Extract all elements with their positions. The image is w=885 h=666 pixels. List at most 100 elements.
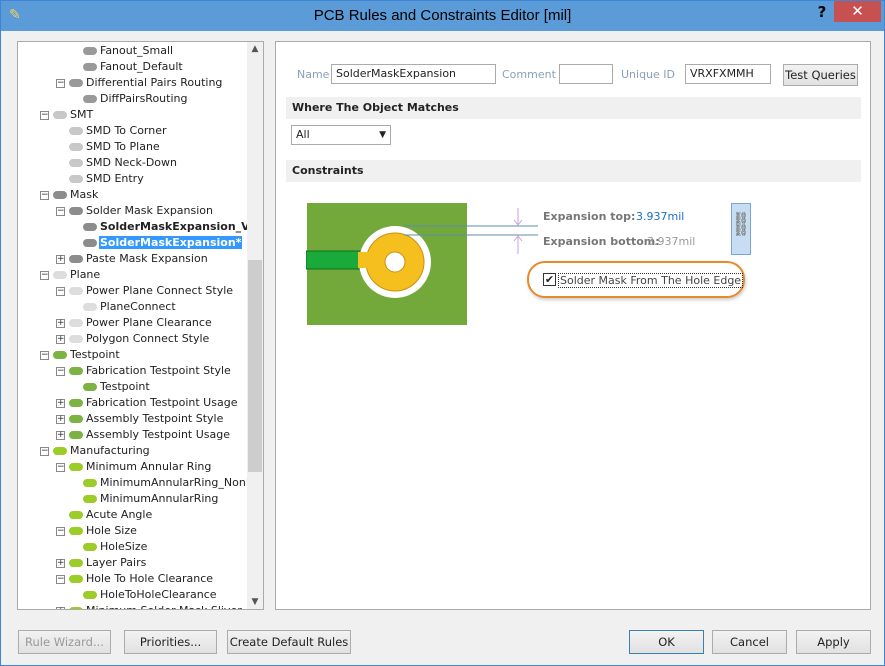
plane-rule-icon (69, 319, 83, 327)
tree-node[interactable]: − Plane (40, 267, 101, 283)
collapse-icon[interactable]: − (56, 287, 65, 296)
tree-node[interactable]: Fanout_Small (83, 43, 174, 59)
testpoint-rule-icon (83, 383, 97, 391)
rule-wizard-label: Rule Wizard... (25, 635, 104, 649)
collapse-icon[interactable]: − (56, 575, 65, 584)
tree-node[interactable]: − Differential Pairs Routing (56, 75, 223, 91)
fanout-rule-icon (83, 95, 97, 103)
scroll-thumb[interactable] (248, 260, 262, 472)
expand-icon[interactable]: + (56, 399, 65, 408)
tree-node[interactable]: SMD Entry (69, 171, 145, 187)
expand-icon[interactable]: + (56, 431, 65, 440)
collapse-icon[interactable]: − (40, 351, 49, 360)
link-chain-icon[interactable]: ⛓ ⛓ (731, 203, 751, 255)
tree-scrollbar[interactable]: ▲ ▼ (247, 42, 263, 609)
expand-icon[interactable]: + (56, 319, 65, 328)
collapse-icon[interactable]: − (40, 271, 49, 280)
cancel-button[interactable]: Cancel (712, 630, 787, 654)
expand-icon[interactable]: + (56, 415, 65, 424)
scroll-up-icon[interactable]: ▲ (247, 44, 263, 54)
name-label: Name (297, 68, 330, 81)
tree-node[interactable]: − Fabrication Testpoint Style (56, 363, 232, 379)
tree-node[interactable]: SolderMaskExpansion* (83, 235, 243, 251)
tree-node[interactable]: − SMT (40, 107, 94, 123)
collapse-icon[interactable]: − (56, 207, 65, 216)
tree-node[interactable]: − Mask (40, 187, 99, 203)
scroll-down-icon[interactable]: ▼ (247, 597, 263, 607)
tree-node-label: SMD To Plane (86, 140, 160, 153)
tree-node[interactable]: − Minimum Annular Ring (56, 459, 212, 475)
tree-node[interactable]: − Testpoint (40, 347, 121, 363)
tree-node[interactable]: Acute Angle (69, 507, 153, 523)
tree-node[interactable]: − Solder Mask Expansion (56, 203, 214, 219)
tree-node[interactable]: − Power Plane Connect Style (56, 283, 234, 299)
expand-icon[interactable]: + (56, 607, 65, 609)
testpoint-rule-icon (69, 431, 83, 439)
tree-node[interactable]: MinimumAnnularRing (83, 491, 219, 507)
create-default-rules-button[interactable]: Create Default Rules (227, 630, 351, 654)
plane-rule-icon (69, 335, 83, 343)
tree-node[interactable]: + Paste Mask Expansion (56, 251, 209, 267)
match-select[interactable]: All ▼ (291, 125, 391, 145)
tree-node[interactable]: + Assembly Testpoint Usage (56, 427, 231, 443)
tree-node[interactable]: DiffPairsRouting (83, 91, 188, 107)
tree-node[interactable]: + Power Plane Clearance (56, 315, 213, 331)
collapse-icon[interactable]: − (56, 463, 65, 472)
tree-node-label: Fanout_Small (100, 44, 174, 57)
tree-node[interactable]: − Manufacturing (40, 443, 151, 459)
collapse-icon[interactable]: − (56, 527, 65, 536)
tree-node-label: Power Plane Connect Style (86, 284, 234, 297)
tree-node[interactable]: SMD To Plane (69, 139, 161, 155)
tree-node[interactable]: Testpoint (83, 379, 151, 395)
tree-node-label: Paste Mask Expansion (86, 252, 208, 265)
tree-node-label: Hole Size (86, 524, 137, 537)
apply-button[interactable]: Apply (796, 630, 871, 654)
collapse-icon[interactable]: − (56, 79, 65, 88)
tree-node-label: SolderMaskExpansion* (99, 236, 243, 249)
collapse-icon[interactable]: − (56, 367, 65, 376)
name-input[interactable]: SolderMaskExpansion (331, 64, 496, 84)
expand-icon[interactable]: + (56, 335, 65, 344)
tree-node[interactable]: − Hole To Hole Clearance (56, 571, 214, 587)
rule-wizard-button[interactable]: Rule Wizard... (18, 630, 111, 654)
tree-node-label: SMD To Corner (86, 124, 167, 137)
test-queries-button[interactable]: Test Queries (783, 64, 858, 86)
tree-node[interactable]: HoleSize (83, 539, 148, 555)
title-bar: ✎ PCB Rules and Constraints Editor [mil]… (1, 1, 884, 31)
tree-node-label: Plane (70, 268, 101, 281)
collapse-icon[interactable]: − (40, 447, 49, 456)
tree-node[interactable]: + Assembly Testpoint Style (56, 411, 224, 427)
hole-edge-label[interactable]: Solder Mask From The Hole Edge (558, 273, 744, 288)
tree-node-label: Acute Angle (86, 508, 153, 521)
expansion-bottom-value[interactable]: 3.937mil (647, 235, 695, 248)
close-button[interactable]: ✕ (834, 1, 881, 22)
tree-node[interactable]: − Hole Size (56, 523, 138, 539)
tree-node-label: Assembly Testpoint Style (86, 412, 224, 425)
tree-node[interactable]: SolderMaskExpansion_Vias* (83, 219, 263, 235)
expand-icon[interactable]: + (56, 559, 65, 568)
comment-input[interactable] (559, 64, 613, 84)
tree-node-label: MinimumAnnularRing (100, 492, 219, 505)
tree-node[interactable]: Fanout_Default (83, 59, 184, 75)
tree-node[interactable]: HoleToHoleClearance (83, 587, 218, 603)
tree-node[interactable]: SMD To Corner (69, 123, 168, 139)
priorities-button[interactable]: Priorities... (124, 630, 217, 654)
collapse-icon[interactable]: − (40, 191, 49, 200)
expand-icon[interactable]: + (56, 255, 65, 264)
hole-edge-checkbox[interactable]: ✔ (543, 273, 556, 286)
unique-id-input[interactable]: VRXFXMMH (685, 64, 771, 84)
expansion-top-value[interactable]: 3.937mil (634, 210, 686, 223)
expansion-top-label: Expansion top: (543, 210, 636, 223)
tree-node[interactable]: MinimumAnnularRing_NonP (83, 475, 253, 491)
tree-node[interactable]: + Layer Pairs (56, 555, 147, 571)
collapse-icon[interactable]: − (40, 111, 49, 120)
hole-graphic (384, 251, 406, 273)
tree-node[interactable]: SMD Neck-Down (69, 155, 178, 171)
tree-node[interactable]: + Polygon Connect Style (56, 331, 210, 347)
where-matches-heading: Where The Object Matches (286, 97, 861, 119)
tree-node[interactable]: PlaneConnect (83, 299, 177, 315)
ok-button[interactable]: OK (629, 630, 704, 654)
tree-node[interactable]: + Minimum Solder Mask Sliver (56, 603, 243, 609)
tree-node[interactable]: + Fabrication Testpoint Usage (56, 395, 238, 411)
mask-rule-icon (53, 191, 67, 199)
